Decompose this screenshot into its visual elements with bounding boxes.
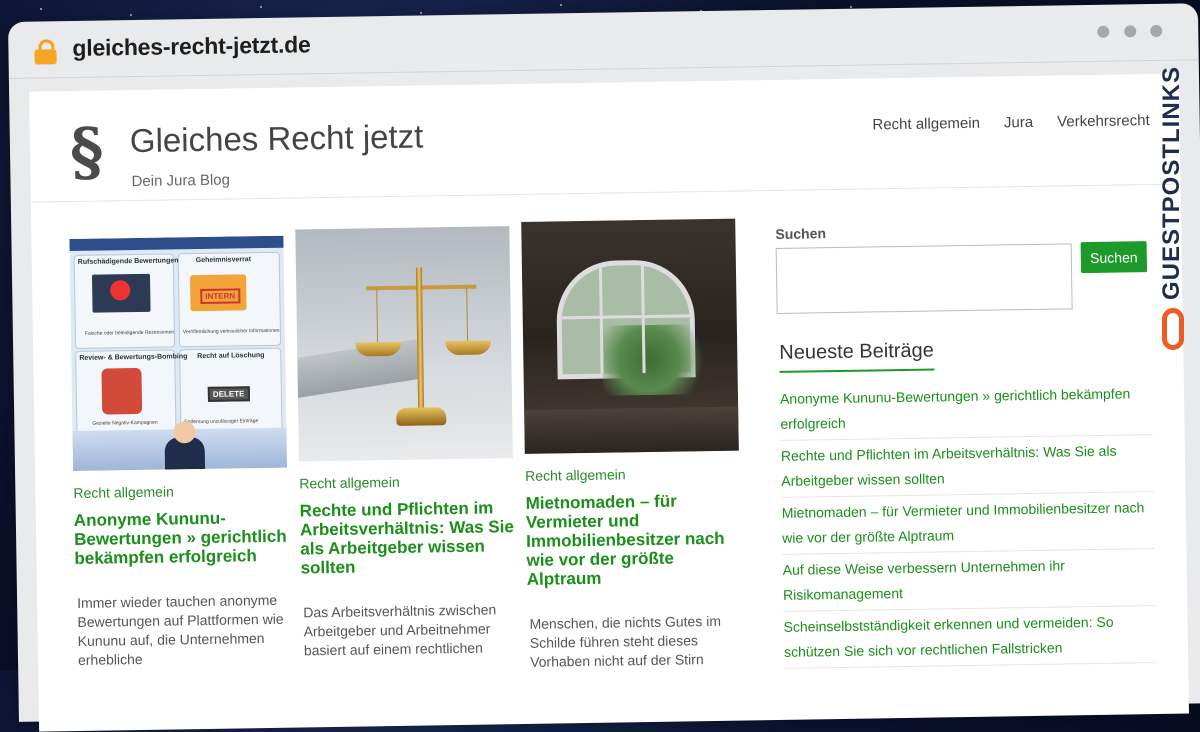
thumb-delete-label: DELETE <box>207 386 250 402</box>
recent-post-link[interactable]: Anonyme Kununu-Bewertungen » gerichtlich… <box>779 378 1153 441</box>
post-category[interactable]: Recht allgemein <box>299 472 513 492</box>
window-dot-icon[interactable] <box>1123 25 1136 38</box>
thumb-label: Recht auf Löschung <box>197 352 265 361</box>
thumb-stamp: INTERN <box>200 288 241 305</box>
post-category[interactable]: Recht allgemein <box>525 465 739 484</box>
main-navigation: Recht allgemein Jura Verkehrsrecht <box>872 112 1150 133</box>
thumb-caption: Gezielte Negativ-Kampagnen <box>92 419 158 427</box>
recent-posts-heading: Neueste Beiträge <box>779 339 935 373</box>
site-title[interactable]: Gleiches Recht jetzt <box>130 117 424 160</box>
link-chain-icon <box>1162 308 1184 350</box>
post-thumbnail[interactable] <box>521 218 739 454</box>
sidebar: Suchen Suchen Neueste Beiträge Anonyme K… <box>775 220 1163 726</box>
post-title[interactable]: Anonyme Kununu-Bewertungen » gerichtlich… <box>74 508 289 568</box>
badge-text: GUESTPOSTLINKS <box>1158 65 1185 300</box>
url-text[interactable]: gleiches-recht-jetzt.de <box>72 31 311 62</box>
recent-post-link[interactable]: Mietnomaden – für Vermieter und Immobili… <box>781 492 1155 555</box>
web-page: § Gleiches Recht jetzt Dein Jura Blog Re… <box>29 73 1190 732</box>
post-thumbnail[interactable] <box>295 226 513 462</box>
post-title[interactable]: Mietnomaden – für Vermieter und Immobili… <box>525 491 740 589</box>
recent-post-link[interactable]: Rechte und Pflichten im Arbeitsverhältni… <box>780 435 1154 498</box>
window-dot-icon[interactable] <box>1097 25 1110 38</box>
recent-post-link[interactable]: Auf diese Weise verbessern Unternehmen i… <box>782 549 1156 612</box>
nav-item-verkehrsrecht[interactable]: Verkehrsrecht <box>1057 112 1150 130</box>
guestpostlinks-badge: GUESTPOSTLINKS <box>1148 40 1200 360</box>
thumb-label: Geheimnisverrat <box>195 256 252 265</box>
thumb-caption: Entfernung unzulässiger Einträge <box>184 418 259 426</box>
nav-item-recht-allgemein[interactable]: Recht allgemein <box>872 115 980 134</box>
search-input[interactable] <box>775 243 1073 314</box>
post-excerpt: Das Arbeitsverhältnis zwischen Arbeitgeb… <box>303 601 497 659</box>
browser-window: gleiches-recht-jetzt.de § Gleiches Recht… <box>8 3 1200 732</box>
recent-post-link[interactable]: Scheinselbstständigkeit erkennen und ver… <box>783 606 1157 669</box>
post-grid: Rufschädigende Bewertungen Geheimnisverr… <box>69 218 767 731</box>
post-category[interactable]: Recht allgemein <box>73 482 287 501</box>
post-excerpt: Immer wieder tauchen anonyme Bewertungen… <box>77 591 284 668</box>
site-header: § Gleiches Recht jetzt Dein Jura Blog Re… <box>29 73 1181 203</box>
nav-item-jura[interactable]: Jura <box>1004 114 1033 131</box>
post-title[interactable]: Rechte und Pflichten im Arbeitsverhältni… <box>300 498 515 577</box>
paragraph-logo-icon[interactable]: § <box>69 115 104 191</box>
recent-posts-list: Anonyme Kununu-Bewertungen » gerichtlich… <box>779 378 1157 669</box>
window-dot-icon[interactable] <box>1150 24 1163 38</box>
post-card: Recht allgemein Mietnomaden – für Vermie… <box>521 218 742 672</box>
post-excerpt: Menschen, die nichts Gutes im Schilde fü… <box>529 612 722 670</box>
lock-icon <box>34 39 57 65</box>
post-card: Recht allgemein Rechte und Pflichten im … <box>295 226 516 660</box>
post-thumbnail[interactable]: Rufschädigende Bewertungen Geheimnisverr… <box>69 235 288 472</box>
post-card: Rufschädigende Bewertungen Geheimnisverr… <box>69 235 290 670</box>
site-tagline: Dein Jura Blog <box>131 171 231 191</box>
search-label: Suchen <box>775 225 827 242</box>
address-bar[interactable]: gleiches-recht-jetzt.de <box>8 3 1199 79</box>
search-button[interactable]: Suchen <box>1080 241 1148 274</box>
